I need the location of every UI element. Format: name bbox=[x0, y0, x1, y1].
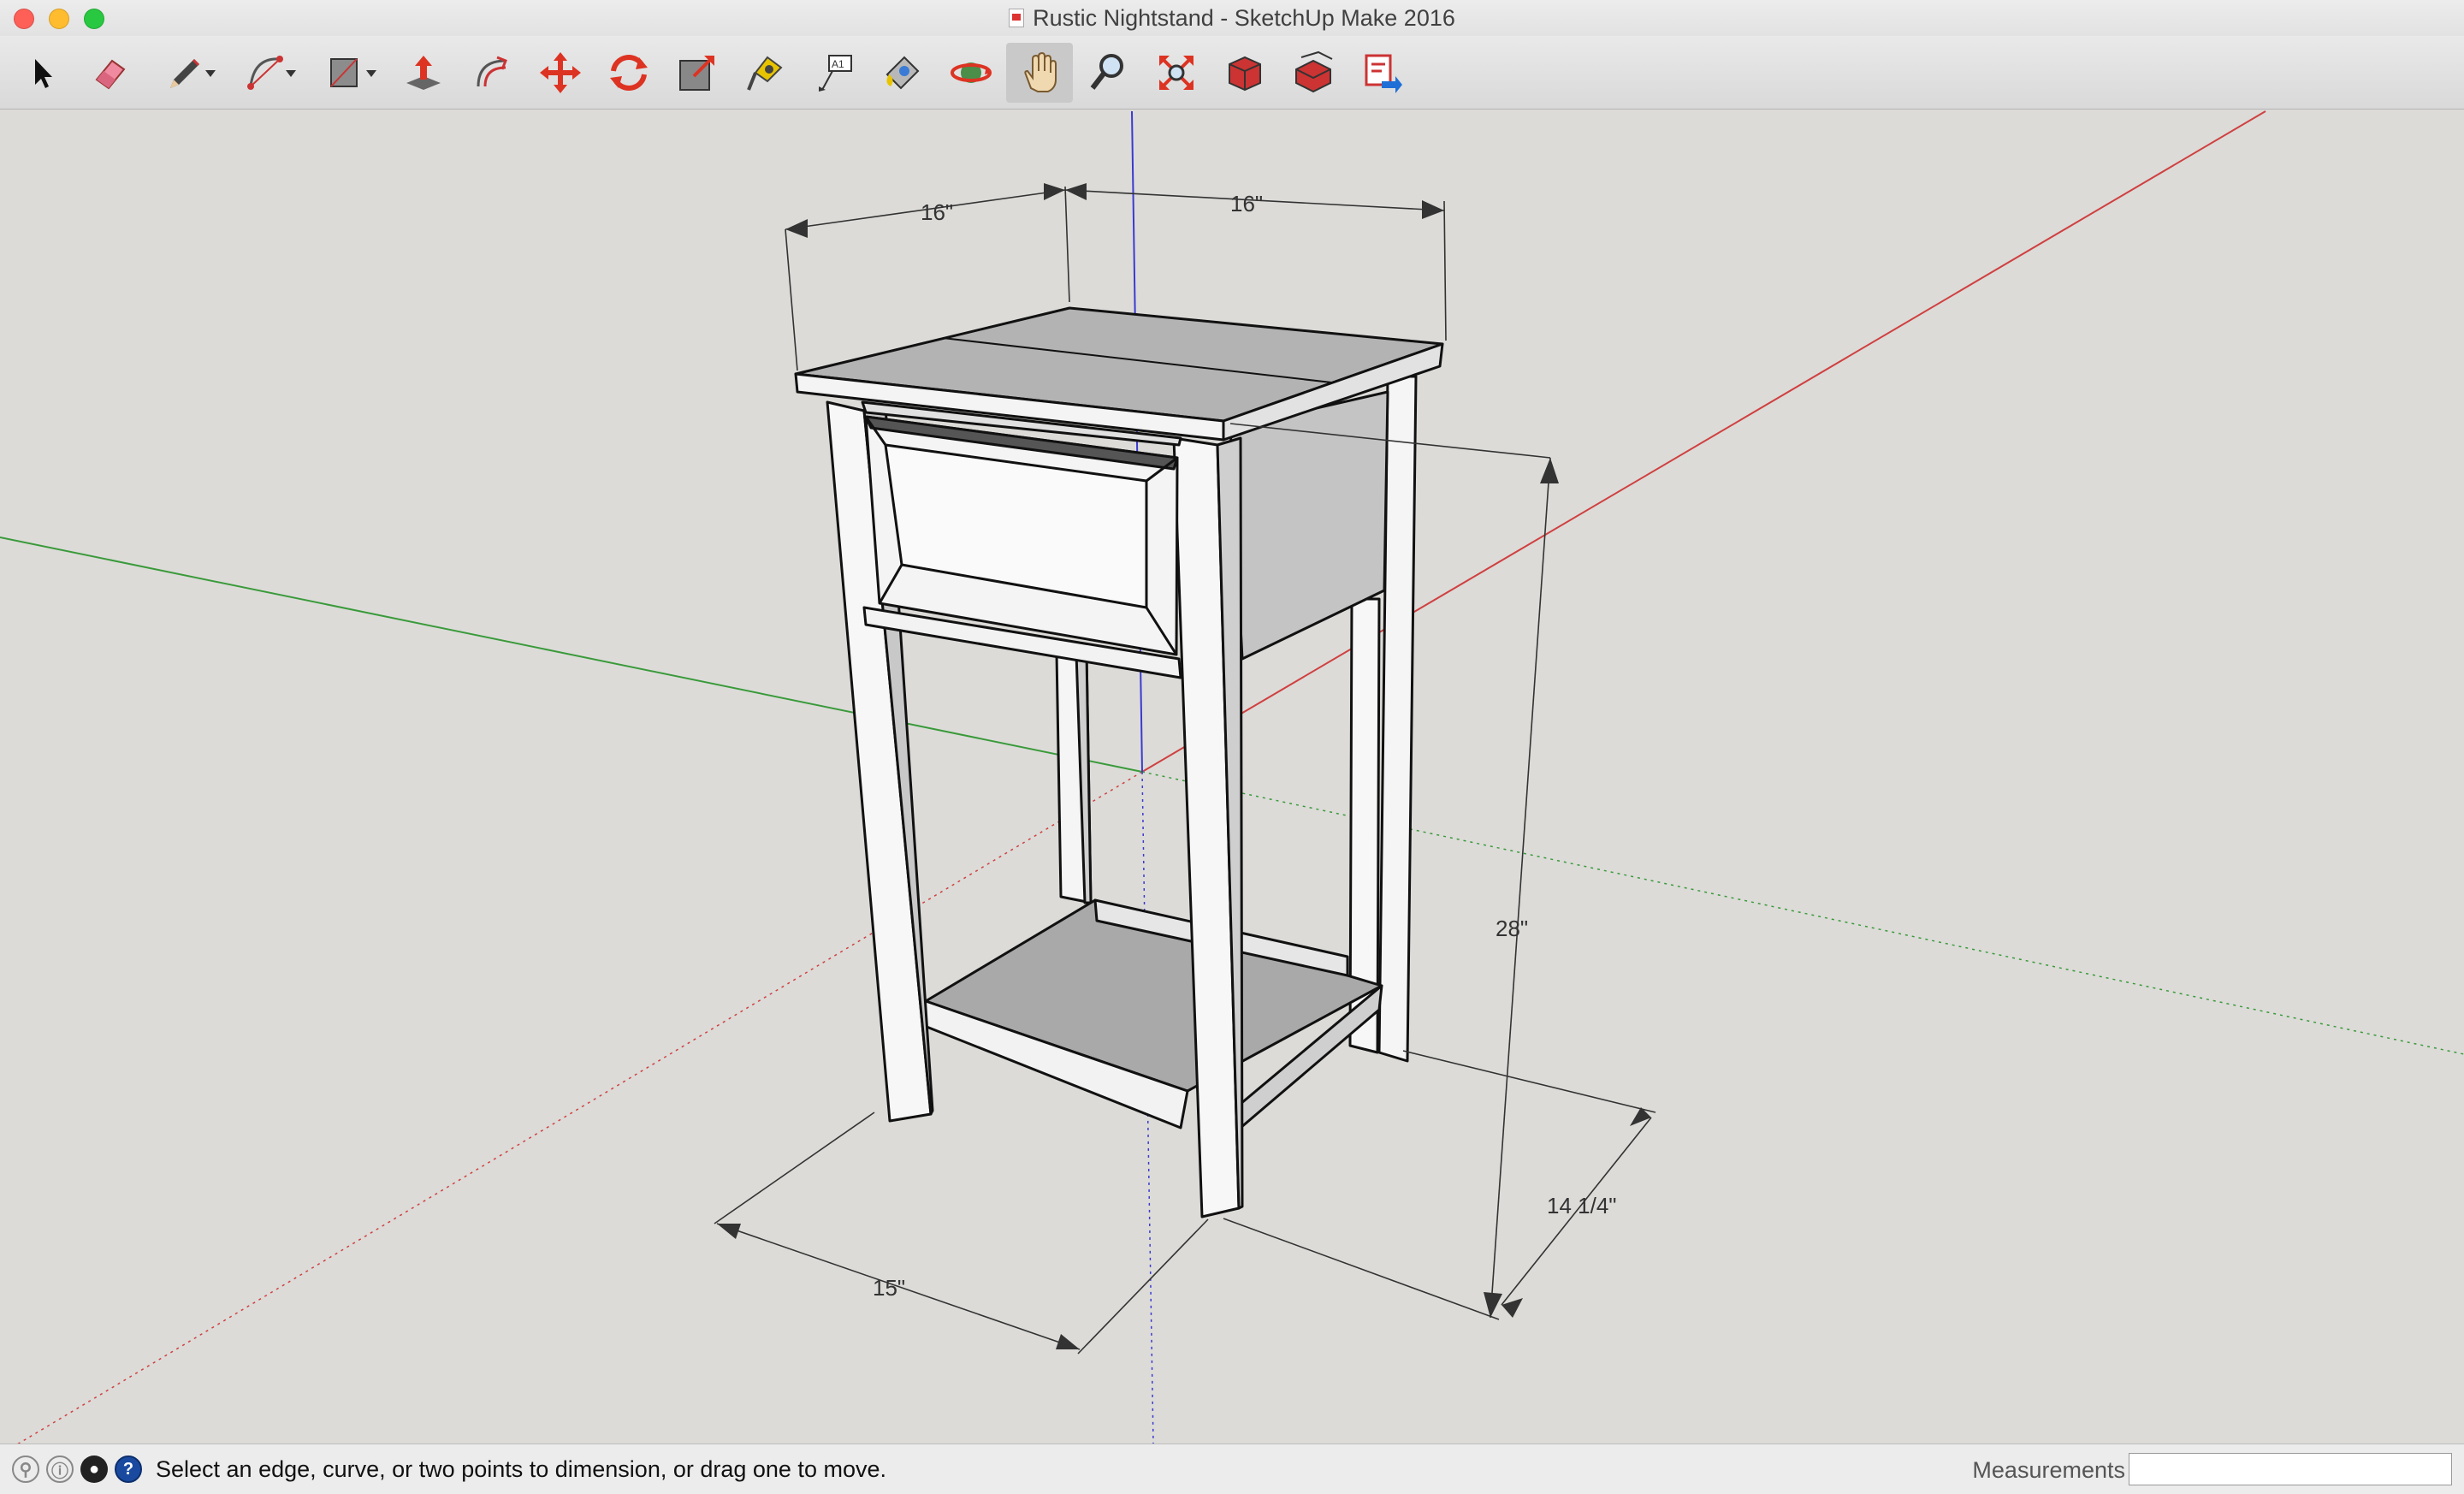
svg-text:A1: A1 bbox=[832, 58, 844, 70]
paint-bucket-icon bbox=[886, 56, 920, 90]
warehouse-icon bbox=[1229, 56, 1261, 92]
share-model-icon bbox=[1295, 50, 1333, 93]
line-tool[interactable] bbox=[152, 43, 219, 103]
push-pull-icon bbox=[406, 56, 441, 90]
window-controls bbox=[14, 9, 104, 29]
orbit-icon bbox=[951, 62, 992, 83]
status-message: Select an edge, curve, or two points to … bbox=[156, 1455, 886, 1482]
pan-tool[interactable] bbox=[1006, 43, 1073, 103]
extension-warehouse-tool[interactable] bbox=[1348, 43, 1415, 103]
measurements-label: Measurements bbox=[1972, 1457, 2125, 1483]
text-icon: A1 bbox=[819, 55, 852, 92]
share-model-tool[interactable] bbox=[1280, 43, 1347, 103]
zoom-extents-tool[interactable] bbox=[1143, 43, 1210, 103]
nightstand-model[interactable] bbox=[794, 306, 1444, 1218]
maximize-window-button[interactable] bbox=[84, 9, 104, 29]
arrow-icon bbox=[35, 59, 52, 88]
close-window-button[interactable] bbox=[14, 9, 34, 29]
window-title: Rustic Nightstand - SketchUp Make 2016 bbox=[1033, 4, 1455, 31]
green-axis-negative bbox=[1141, 771, 2464, 1055]
title-bar: Rustic Nightstand - SketchUp Make 2016 bbox=[0, 0, 2464, 36]
zoom-tool[interactable] bbox=[1075, 43, 1141, 103]
tape-measure-icon bbox=[747, 56, 783, 91]
zoom-extents-icon bbox=[1159, 56, 1194, 90]
move-icon bbox=[540, 52, 581, 93]
chevron-down-icon[interactable] bbox=[286, 70, 296, 77]
help-icon[interactable]: ? bbox=[115, 1455, 142, 1483]
push-pull-tool[interactable] bbox=[390, 43, 457, 103]
model-canvas[interactable]: 16" 16" 28" 14 1/4" 15" bbox=[0, 110, 2464, 1444]
dimension-label-bottom-depth: 14 1/4" bbox=[1547, 1193, 1617, 1218]
move-tool[interactable] bbox=[527, 43, 594, 103]
eraser-icon bbox=[95, 59, 126, 90]
dimension-label-height: 28" bbox=[1496, 916, 1528, 941]
credits-icon[interactable]: ⓘ bbox=[46, 1455, 74, 1483]
text-tool[interactable]: A1 bbox=[801, 43, 868, 103]
drawing-viewport[interactable]: 16" 16" 28" 14 1/4" 15" bbox=[0, 110, 2464, 1444]
scale-icon bbox=[679, 56, 714, 91]
hand-icon bbox=[1024, 51, 1057, 92]
chevron-down-icon[interactable] bbox=[366, 70, 376, 77]
rectangle-tool[interactable] bbox=[313, 43, 380, 103]
window-title-area: Rustic Nightstand - SketchUp Make 2016 bbox=[1009, 5, 1455, 32]
measurements-input[interactable] bbox=[2129, 1453, 2452, 1485]
rotate-icon bbox=[610, 55, 648, 91]
dimension-label-top-width: 16" bbox=[921, 199, 953, 225]
extension-warehouse-icon bbox=[1365, 54, 1402, 93]
offset-tool[interactable] bbox=[459, 43, 525, 103]
pencil-icon bbox=[170, 59, 199, 88]
geo-location-icon[interactable]: ⚲ bbox=[12, 1455, 39, 1483]
warehouse-tool[interactable] bbox=[1211, 43, 1278, 103]
dimension-line-height[interactable] bbox=[1490, 457, 1551, 1319]
rectangle-icon bbox=[330, 58, 358, 87]
document-icon bbox=[1009, 9, 1025, 27]
minimize-window-button[interactable] bbox=[49, 9, 69, 29]
scale-tool[interactable] bbox=[664, 43, 731, 103]
red-axis-negative bbox=[17, 771, 1143, 1444]
offset-icon bbox=[477, 56, 507, 87]
orbit-tool[interactable] bbox=[938, 43, 1004, 103]
chevron-down-icon[interactable] bbox=[205, 70, 216, 77]
magnifier-icon bbox=[1090, 54, 1123, 90]
dimension-label-top-depth: 16" bbox=[1230, 191, 1263, 216]
user-account-icon[interactable]: ● bbox=[80, 1455, 108, 1483]
toolbar: A1 bbox=[0, 36, 2464, 110]
arc-icon bbox=[247, 56, 283, 90]
select-tool[interactable] bbox=[7, 43, 74, 103]
tape-measure-tool[interactable] bbox=[732, 43, 799, 103]
rotate-tool[interactable] bbox=[595, 43, 662, 103]
status-bar: ⚲ ⓘ ● ? Select an edge, curve, or two po… bbox=[0, 1444, 2464, 1494]
eraser-tool[interactable] bbox=[75, 43, 142, 103]
arc-tool[interactable] bbox=[233, 43, 299, 103]
paint-bucket-tool[interactable] bbox=[869, 43, 936, 103]
dimension-label-bottom-width: 15" bbox=[873, 1275, 905, 1301]
